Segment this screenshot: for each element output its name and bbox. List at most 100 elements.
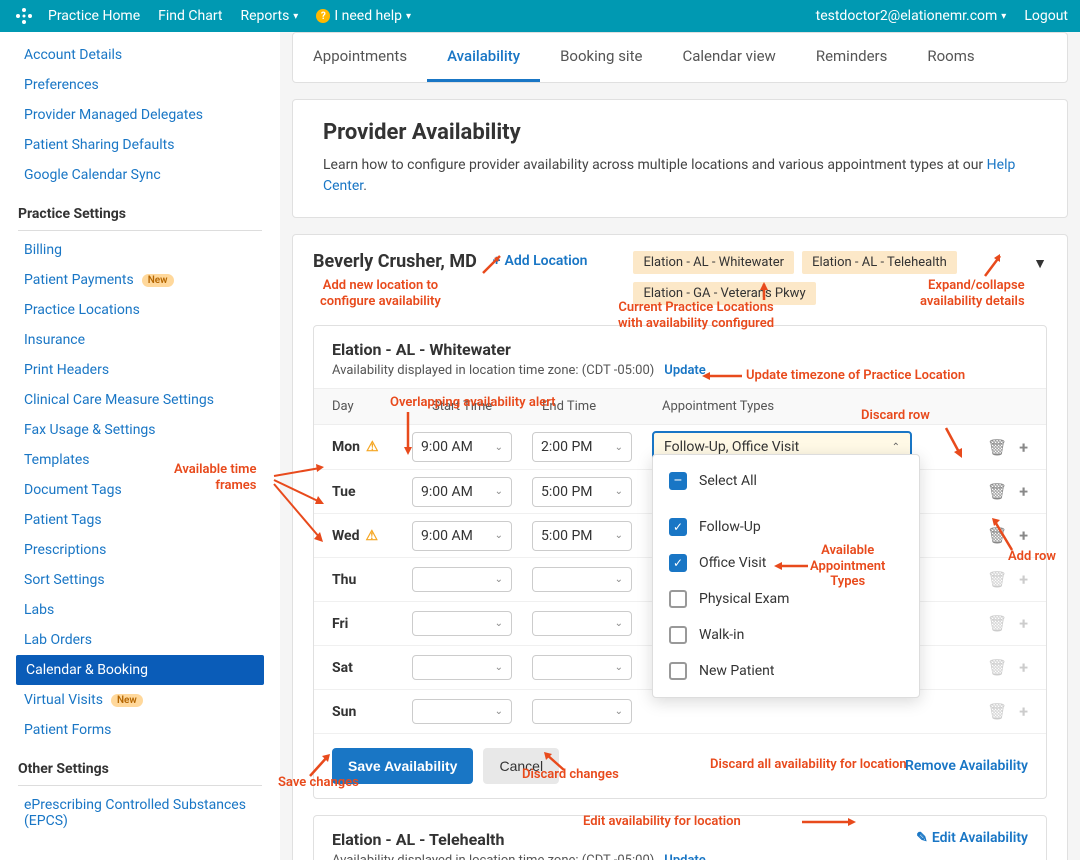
expand-collapse-icon[interactable]: ▼ [1033,255,1047,272]
nav-practice-home[interactable]: Practice Home [48,8,140,24]
location-chip[interactable]: Elation - AL - Telehealth [802,251,957,274]
chevron-down-icon: ⌄ [495,574,503,585]
main-content: Appointments Availability Booking site C… [280,32,1080,860]
add-row-icon[interactable]: + [1019,526,1028,545]
plus-icon: + [493,253,501,269]
sidebar-item[interactable]: Patient Sharing Defaults [0,130,280,160]
page-title: Provider Availability [323,120,1037,145]
new-badge: New [111,694,143,707]
start-time-select[interactable]: 9:00 AM⌄ [412,477,512,507]
user-menu[interactable]: testdoctor2@elationemr.com ▾ [816,8,1007,24]
chevron-down-icon: ⌄ [615,442,623,453]
col-header-day: Day [332,399,412,414]
col-header-apt: Appointment Types [652,399,958,414]
start-time-select[interactable]: 9:00 AM⌄ [412,432,512,462]
intro-text: Learn how to configure provider availabi… [323,155,1037,197]
sidebar-item[interactable]: Billing [0,235,280,265]
dropdown-option[interactable]: ✓Office Visit [653,545,919,581]
location-block: Elation - AL - Whitewater Availability d… [313,325,1047,799]
sidebar-item[interactable]: ePrescribing Controlled Substances (EPCS… [0,790,280,836]
start-time-select[interactable]: ⌄ [412,611,512,636]
add-location-button[interactable]: + Add Location [493,253,588,269]
nav-find-chart[interactable]: Find Chart [158,8,222,24]
end-time-select[interactable]: ⌄ [532,699,632,724]
sidebar-item[interactable]: Provider Managed Delegates [0,100,280,130]
provider-name: Beverly Crusher, MD [313,251,477,272]
update-timezone-link[interactable]: Update [664,363,706,378]
sidebar-item[interactable]: Clinical Care Measure Settings [0,385,280,415]
add-row-icon: + [1019,658,1028,677]
sidebar-item[interactable]: Document Tags [0,475,280,505]
location-chip[interactable]: Elation - GA - Veterans Pkwy [633,282,815,305]
add-row-icon[interactable]: + [1019,438,1028,457]
cancel-button[interactable]: Cancel [483,748,559,784]
sidebar-item[interactable]: Lab Orders [0,625,280,655]
chevron-down-icon: ⌄ [615,662,623,673]
tab-calendar-view[interactable]: Calendar view [662,33,795,82]
chevron-down-icon: ⌄ [495,530,503,541]
tab-rooms[interactable]: Rooms [907,33,994,82]
tab-availability[interactable]: Availability [427,33,540,82]
checkbox-indeterminate-icon: – [669,472,687,490]
dropdown-option[interactable]: New Patient [653,653,919,689]
sidebar-item[interactable]: Templates [0,445,280,475]
sidebar-item[interactable]: Google Calendar Sync [0,160,280,190]
location-chip[interactable]: Elation - AL - Whitewater [633,251,794,274]
start-time-select[interactable]: ⌄ [412,567,512,592]
checkbox-icon [669,626,687,644]
end-time-select[interactable]: 5:00 PM⌄ [532,521,632,551]
start-time-select[interactable]: ⌄ [412,699,512,724]
end-time-select[interactable]: 2:00 PM⌄ [532,432,632,462]
sidebar-heading: Other Settings [18,753,262,786]
delete-row-icon[interactable]: 🗑 [987,438,1007,457]
tab-booking-site[interactable]: Booking site [540,33,662,82]
sidebar-item[interactable]: Patient Forms [0,715,280,745]
save-availability-button[interactable]: Save Availability [332,748,473,784]
location-block: Elation - AL - Telehealth Availability d… [313,815,1047,860]
end-time-select[interactable]: ⌄ [532,655,632,680]
sidebar-item[interactable]: Practice Locations [0,295,280,325]
end-time-select[interactable]: ⌄ [532,611,632,636]
dropdown-option[interactable]: Walk-in [653,617,919,653]
day-label: Sat [332,660,412,676]
top-bar: Practice Home Find Chart Reports ▾ ?I ne… [0,0,1080,32]
delete-row-icon[interactable]: 🗑 [987,526,1007,545]
remove-availability-link[interactable]: Remove Availability [905,758,1028,774]
day-label: Tue [332,484,412,500]
new-badge: New [142,274,174,287]
sidebar-item[interactable]: Sort Settings [0,565,280,595]
delete-row-icon[interactable]: 🗑 [987,482,1007,501]
sidebar-item[interactable]: Print Headers [0,355,280,385]
tab-appointments[interactable]: Appointments [293,33,427,82]
nav-reports[interactable]: Reports ▾ [241,8,299,24]
delete-row-icon: 🗑 [987,570,1007,589]
logout-link[interactable]: Logout [1024,8,1068,24]
start-time-select[interactable]: ⌄ [412,655,512,680]
dropdown-option[interactable]: ✓Follow-Up [653,509,919,545]
update-timezone-link[interactable]: Update [664,853,706,860]
help-link[interactable]: ?I need help ▾ [316,8,411,24]
chevron-down-icon: ⌄ [495,618,503,629]
sidebar-item[interactable]: Virtual VisitsNew [0,685,280,715]
chevron-down-icon: ⌄ [495,486,503,497]
add-row-icon[interactable]: + [1019,482,1028,501]
end-time-select[interactable]: 5:00 PM⌄ [532,477,632,507]
sidebar-item[interactable]: Calendar & Booking [16,655,264,685]
sidebar-item[interactable]: Insurance [0,325,280,355]
sidebar-item[interactable]: Patient Tags [0,505,280,535]
dropdown-option[interactable]: Physical Exam [653,581,919,617]
location-title: Elation - AL - Telehealth [332,830,916,849]
sidebar-item[interactable]: Fax Usage & Settings [0,415,280,445]
tab-reminders[interactable]: Reminders [796,33,908,82]
sidebar-item[interactable]: Preferences [0,70,280,100]
edit-availability-link[interactable]: ✎ Edit Availability [916,830,1028,846]
sidebar-item[interactable]: Account Details [0,40,280,70]
sidebar-item[interactable]: Prescriptions [0,535,280,565]
sidebar-item[interactable]: Labs [0,595,280,625]
chevron-down-icon: ⌄ [615,486,623,497]
end-time-select[interactable]: ⌄ [532,567,632,592]
select-all-option[interactable]: – Select All [653,463,919,499]
sidebar: Account Details Preferences Provider Man… [0,32,280,860]
start-time-select[interactable]: 9:00 AM⌄ [412,521,512,551]
sidebar-item[interactable]: Patient PaymentsNew [0,265,280,295]
